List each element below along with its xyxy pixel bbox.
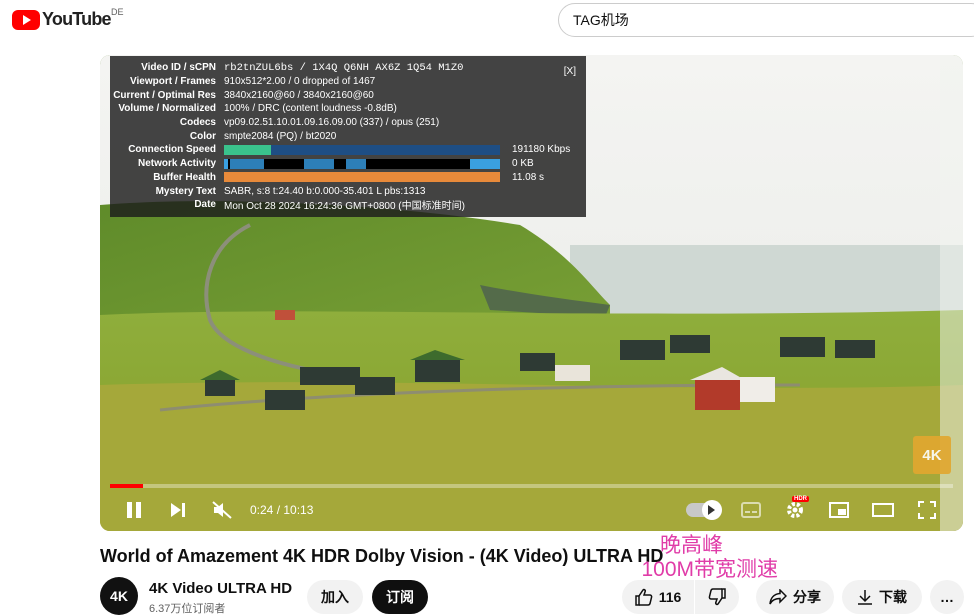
stats-row: Viewport / Frames 910x512*2.00 / 0 droppe… — [130, 76, 376, 88]
hdr-badge: HDR — [792, 496, 809, 502]
autoplay-switch — [686, 500, 722, 520]
stats-row: Color smpte2084 (PQ) / bt2020 — [189, 130, 337, 142]
connection-speed-fill — [224, 144, 271, 155]
channel-row: 4K 4K Video ULTRA HD 6.37万位订阅者 加入 订阅 116… — [100, 576, 974, 615]
avatar-text: 4K — [110, 588, 128, 604]
theater-icon — [872, 503, 894, 517]
stats-row: Buffer Health 11.08 s — [153, 171, 545, 183]
share-icon — [769, 589, 787, 605]
play-icon — [708, 505, 715, 515]
pause-button[interactable] — [112, 492, 156, 528]
annotation-overlay: 晚高峰 100M带宽测速 — [616, 534, 778, 582]
thumbs-down-icon — [708, 588, 726, 606]
time-display: 0:24 / 10:13 — [250, 503, 314, 517]
settings-button[interactable]: HDR — [773, 492, 817, 528]
stats-row: Volume / Normalized 100% / DRC (content l… — [118, 103, 397, 115]
youtube-logo[interactable]: YouTube DE — [12, 7, 124, 30]
buffer-health-bar — [224, 172, 500, 183]
network-activity-graph — [224, 158, 500, 169]
subscriber-count: 6.37万位订阅者 — [149, 603, 226, 615]
gear-icon — [787, 502, 803, 518]
more-actions-button[interactable]: … — [930, 580, 964, 614]
fullscreen-button[interactable] — [905, 492, 949, 528]
stats-row: Video ID / sCPN rb2tnZUL6bs / 1X4Q Q6NH A… — [141, 61, 464, 74]
controls-right: HDR — [685, 492, 949, 528]
search-input[interactable]: TAG机场 — [558, 3, 974, 37]
thumbs-up-icon — [634, 588, 653, 606]
stats-row: Current / Optimal Res 3840x2160@60 / 3840… — [113, 89, 374, 101]
miniplayer-icon — [829, 502, 849, 518]
stats-for-nerds-panel: [X] Video ID / sCPN rb2tnZUL6bs / 1X4Q Q6… — [110, 56, 586, 217]
join-button[interactable]: 加入 — [307, 580, 363, 614]
join-label: 加入 — [321, 589, 349, 605]
like-count: 116 — [658, 589, 682, 605]
like-button[interactable]: 116 — [622, 580, 694, 614]
channel-avatar[interactable]: 4K — [100, 577, 138, 615]
connection-speed-bar — [224, 144, 500, 155]
video-title: World of Amazement 4K HDR Dolby Vision -… — [100, 546, 664, 566]
stats-row: Network Activity 0 KB — [138, 158, 534, 170]
mute-button[interactable] — [200, 492, 244, 528]
download-icon — [858, 590, 872, 605]
miniplayer-button[interactable] — [817, 492, 861, 528]
youtube-play-icon — [12, 9, 40, 30]
dislike-button[interactable] — [695, 580, 739, 614]
fullscreen-icon — [918, 501, 936, 519]
skip-next-icon — [171, 503, 185, 517]
region-code: DE — [111, 7, 124, 17]
autoplay-toggle[interactable] — [685, 492, 729, 528]
4k-badge: 4K — [913, 436, 951, 474]
network-activity-bar — [224, 158, 500, 169]
stats-row: Codecs vp09.02.51.10.01.09.16.09.00 (337)… — [179, 117, 440, 129]
theater-mode-button[interactable] — [861, 492, 905, 528]
subtitles-button[interactable] — [729, 492, 773, 528]
channel-name[interactable]: 4K Video ULTRA HD — [149, 580, 292, 597]
stats-row: Date Mon Oct 28 2024 16:24:36 GMT+0800 (中… — [194, 199, 465, 213]
pause-icon — [127, 502, 141, 518]
stats-close-button[interactable]: [X] — [564, 66, 576, 77]
logo-text: YouTube — [42, 9, 112, 29]
progress-played — [110, 484, 143, 488]
subscribe-label: 订阅 — [386, 589, 414, 605]
subscribe-button[interactable]: 订阅 — [372, 580, 428, 614]
stats-row: Connection Speed 191180 Kbps — [128, 144, 571, 156]
next-button[interactable] — [156, 492, 200, 528]
download-label: 下载 — [879, 589, 907, 605]
more-icon: … — [940, 589, 954, 605]
share-label: 分享 — [793, 589, 821, 605]
progress-bar[interactable] — [110, 484, 953, 488]
search-value: TAG机场 — [573, 12, 629, 28]
stats-row: Mystery Text SABR, s:8 t:24.40 b:0.000-35… — [155, 185, 426, 197]
top-bar: YouTube DE TAG机场 — [0, 0, 974, 40]
video-player[interactable]: [X] Video ID / sCPN rb2tnZUL6bs / 1X4Q Q6… — [100, 55, 963, 531]
volume-muted-icon — [212, 501, 232, 519]
player-controls: 0:24 / 10:13 HDR — [100, 492, 963, 528]
subtitles-icon — [741, 502, 761, 518]
download-button[interactable]: 下载 — [842, 580, 922, 614]
share-button[interactable]: 分享 — [756, 580, 834, 614]
annotation-line-1: 晚高峰 — [660, 534, 723, 557]
